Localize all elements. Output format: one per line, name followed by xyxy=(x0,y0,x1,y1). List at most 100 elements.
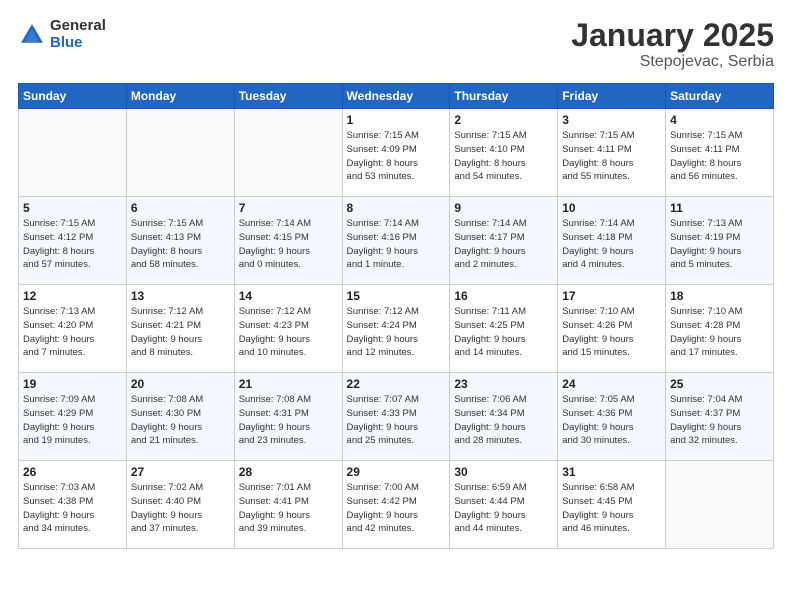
calendar-cell: 12 Sunrise: 7:13 AM Sunset: 4:20 PM Dayli… xyxy=(19,285,127,373)
weekday-header: Sunday xyxy=(19,84,127,109)
weekday-header: Wednesday xyxy=(342,84,450,109)
day-info: Sunrise: 7:10 AM Sunset: 4:26 PM Dayligh… xyxy=(562,305,661,360)
calendar-cell xyxy=(19,109,127,197)
day-info: Sunrise: 7:10 AM Sunset: 4:28 PM Dayligh… xyxy=(670,305,769,360)
day-info: Sunrise: 7:01 AM Sunset: 4:41 PM Dayligh… xyxy=(239,481,338,536)
day-number: 17 xyxy=(562,289,661,303)
calendar-week-row: 19Sunrise: 7:09 AM Sunset: 4:29 PM Dayli… xyxy=(19,373,774,461)
day-number: 13 xyxy=(131,289,230,303)
calendar-cell: 30 Sunrise: 6:59 AM Sunset: 4:44 PM Dayli… xyxy=(450,461,558,549)
calendar-cell xyxy=(234,109,342,197)
day-info: Sunrise: 7:05 AM Sunset: 4:36 PM Dayligh… xyxy=(562,393,661,448)
weekday-header-row: SundayMondayTuesdayWednesdayThursdayFrid… xyxy=(19,84,774,109)
day-number: 22 xyxy=(347,377,446,391)
day-number: 11 xyxy=(670,201,769,215)
header: General Blue January 2025 Stepojevac, Se… xyxy=(18,18,774,71)
calendar-cell: 3 Sunrise: 7:15 AM Sunset: 4:11 PM Daylig… xyxy=(558,109,666,197)
calendar-cell: 18 Sunrise: 7:10 AM Sunset: 4:28 PM Dayli… xyxy=(666,285,774,373)
day-info: Sunrise: 7:15 AM Sunset: 4:09 PM Dayligh… xyxy=(347,129,446,184)
calendar-cell: 13 Sunrise: 7:12 AM Sunset: 4:21 PM Dayli… xyxy=(126,285,234,373)
calendar-cell: 23 Sunrise: 7:06 AM Sunset: 4:34 PM Dayli… xyxy=(450,373,558,461)
day-info: Sunrise: 7:15 AM Sunset: 4:11 PM Dayligh… xyxy=(670,129,769,184)
day-number: 19 xyxy=(23,377,122,391)
day-info: Sunrise: 7:15 AM Sunset: 4:13 PM Dayligh… xyxy=(131,217,230,272)
calendar-cell: 4Sunrise: 7:15 AM Sunset: 4:11 PM Daylig… xyxy=(666,109,774,197)
calendar-cell: 10 Sunrise: 7:14 AM Sunset: 4:18 PM Dayli… xyxy=(558,197,666,285)
day-info: Sunrise: 7:12 AM Sunset: 4:21 PM Dayligh… xyxy=(131,305,230,360)
logo-blue: Blue xyxy=(50,35,106,52)
day-info: Sunrise: 7:15 AM Sunset: 4:10 PM Dayligh… xyxy=(454,129,553,184)
calendar-cell: 29 Sunrise: 7:00 AM Sunset: 4:42 PM Dayli… xyxy=(342,461,450,549)
calendar-cell: 2 Sunrise: 7:15 AM Sunset: 4:10 PM Daylig… xyxy=(450,109,558,197)
calendar-cell: 8Sunrise: 7:14 AM Sunset: 4:16 PM Daylig… xyxy=(342,197,450,285)
day-info: Sunrise: 7:14 AM Sunset: 4:18 PM Dayligh… xyxy=(562,217,661,272)
page: General Blue January 2025 Stepojevac, Se… xyxy=(0,0,792,612)
calendar-week-row: 5 Sunrise: 7:15 AM Sunset: 4:12 PM Daylig… xyxy=(19,197,774,285)
day-info: Sunrise: 7:04 AM Sunset: 4:37 PM Dayligh… xyxy=(670,393,769,448)
calendar-week-row: 12 Sunrise: 7:13 AM Sunset: 4:20 PM Dayli… xyxy=(19,285,774,373)
calendar-cell: 19Sunrise: 7:09 AM Sunset: 4:29 PM Dayli… xyxy=(19,373,127,461)
day-info: Sunrise: 7:15 AM Sunset: 4:11 PM Dayligh… xyxy=(562,129,661,184)
calendar-cell xyxy=(126,109,234,197)
calendar-cell: 7Sunrise: 7:14 AM Sunset: 4:15 PM Daylig… xyxy=(234,197,342,285)
day-info: Sunrise: 6:59 AM Sunset: 4:44 PM Dayligh… xyxy=(454,481,553,536)
weekday-header: Friday xyxy=(558,84,666,109)
logo-general: General xyxy=(50,18,106,35)
day-number: 10 xyxy=(562,201,661,215)
weekday-header: Tuesday xyxy=(234,84,342,109)
day-number: 3 xyxy=(562,113,661,127)
calendar-cell: 5 Sunrise: 7:15 AM Sunset: 4:12 PM Daylig… xyxy=(19,197,127,285)
day-info: Sunrise: 7:02 AM Sunset: 4:40 PM Dayligh… xyxy=(131,481,230,536)
day-number: 29 xyxy=(347,465,446,479)
calendar-cell: 27 Sunrise: 7:02 AM Sunset: 4:40 PM Dayli… xyxy=(126,461,234,549)
day-number: 6 xyxy=(131,201,230,215)
location: Stepojevac, Serbia xyxy=(571,53,774,71)
calendar-table: SundayMondayTuesdayWednesdayThursdayFrid… xyxy=(18,83,774,549)
day-number: 31 xyxy=(562,465,661,479)
calendar-cell: 9Sunrise: 7:14 AM Sunset: 4:17 PM Daylig… xyxy=(450,197,558,285)
day-number: 21 xyxy=(239,377,338,391)
calendar-cell: 1 Sunrise: 7:15 AM Sunset: 4:09 PM Daylig… xyxy=(342,109,450,197)
day-number: 18 xyxy=(670,289,769,303)
day-number: 27 xyxy=(131,465,230,479)
day-info: Sunrise: 7:00 AM Sunset: 4:42 PM Dayligh… xyxy=(347,481,446,536)
day-info: Sunrise: 6:58 AM Sunset: 4:45 PM Dayligh… xyxy=(562,481,661,536)
day-info: Sunrise: 7:11 AM Sunset: 4:25 PM Dayligh… xyxy=(454,305,553,360)
day-info: Sunrise: 7:14 AM Sunset: 4:15 PM Dayligh… xyxy=(239,217,338,272)
day-info: Sunrise: 7:13 AM Sunset: 4:19 PM Dayligh… xyxy=(670,217,769,272)
calendar-cell: 25Sunrise: 7:04 AM Sunset: 4:37 PM Dayli… xyxy=(666,373,774,461)
day-number: 24 xyxy=(562,377,661,391)
title-block: January 2025 Stepojevac, Serbia xyxy=(571,18,774,71)
calendar-week-row: 1 Sunrise: 7:15 AM Sunset: 4:09 PM Daylig… xyxy=(19,109,774,197)
day-info: Sunrise: 7:13 AM Sunset: 4:20 PM Dayligh… xyxy=(23,305,122,360)
day-number: 2 xyxy=(454,113,553,127)
day-number: 26 xyxy=(23,465,122,479)
logo: General Blue xyxy=(18,18,106,51)
day-info: Sunrise: 7:06 AM Sunset: 4:34 PM Dayligh… xyxy=(454,393,553,448)
weekday-header: Saturday xyxy=(666,84,774,109)
day-number: 30 xyxy=(454,465,553,479)
calendar-cell xyxy=(666,461,774,549)
weekday-header: Thursday xyxy=(450,84,558,109)
day-number: 23 xyxy=(454,377,553,391)
day-number: 1 xyxy=(347,113,446,127)
day-info: Sunrise: 7:08 AM Sunset: 4:30 PM Dayligh… xyxy=(131,393,230,448)
calendar-cell: 20 Sunrise: 7:08 AM Sunset: 4:30 PM Dayli… xyxy=(126,373,234,461)
calendar-cell: 16 Sunrise: 7:11 AM Sunset: 4:25 PM Dayli… xyxy=(450,285,558,373)
day-number: 14 xyxy=(239,289,338,303)
day-number: 5 xyxy=(23,201,122,215)
day-info: Sunrise: 7:14 AM Sunset: 4:16 PM Dayligh… xyxy=(347,217,446,272)
day-number: 28 xyxy=(239,465,338,479)
calendar-cell: 21Sunrise: 7:08 AM Sunset: 4:31 PM Dayli… xyxy=(234,373,342,461)
day-number: 12 xyxy=(23,289,122,303)
calendar-cell: 14 Sunrise: 7:12 AM Sunset: 4:23 PM Dayli… xyxy=(234,285,342,373)
day-info: Sunrise: 7:12 AM Sunset: 4:23 PM Dayligh… xyxy=(239,305,338,360)
day-number: 20 xyxy=(131,377,230,391)
day-info: Sunrise: 7:15 AM Sunset: 4:12 PM Dayligh… xyxy=(23,217,122,272)
calendar-cell: 6 Sunrise: 7:15 AM Sunset: 4:13 PM Daylig… xyxy=(126,197,234,285)
calendar-week-row: 26Sunrise: 7:03 AM Sunset: 4:38 PM Dayli… xyxy=(19,461,774,549)
day-number: 16 xyxy=(454,289,553,303)
day-number: 9 xyxy=(454,201,553,215)
calendar-cell: 11 Sunrise: 7:13 AM Sunset: 4:19 PM Dayli… xyxy=(666,197,774,285)
weekday-header: Monday xyxy=(126,84,234,109)
